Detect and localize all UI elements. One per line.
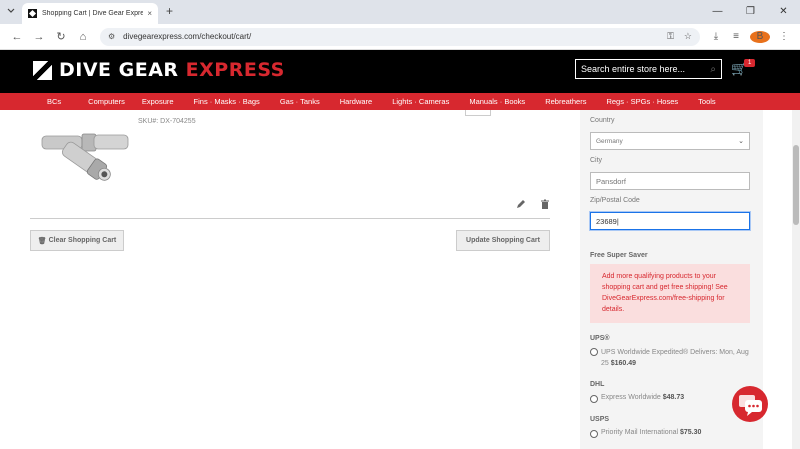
menu-kebab-icon[interactable]: ⋮: [774, 31, 794, 42]
nav-item[interactable]: Gas · Tanks: [280, 97, 320, 106]
nav-item[interactable]: Tools: [698, 97, 716, 106]
forward-arrow-icon[interactable]: →: [28, 31, 50, 43]
free-shipping-heading: Free Super Saver: [590, 252, 648, 259]
divider: [30, 218, 550, 219]
nav-item[interactable]: Regs · SPGs · Hoses: [606, 97, 678, 106]
minimize-button[interactable]: —: [701, 0, 734, 24]
reading-list-icon[interactable]: ≡: [726, 31, 746, 42]
update-cart-button[interactable]: Update Shopping Cart: [456, 230, 550, 251]
tab-title: Shopping Cart | Dive Gear Express: [42, 10, 144, 17]
site-info-icon[interactable]: ⚙: [108, 32, 115, 41]
site-search-input[interactable]: [581, 64, 711, 74]
usps-option[interactable]: Priority Mail International $75.30: [590, 429, 701, 438]
city-label: City: [590, 157, 603, 164]
main-content: SKU#: DX-704255 🗑 Clear Shopping Cart Upd…: [0, 110, 800, 449]
city-value: Pansdorf: [596, 176, 627, 186]
pencil-icon[interactable]: [516, 199, 526, 209]
address-bar: ← → ↻ ⌂ ⚙ divegearexpress.com/checkout/c…: [0, 24, 800, 50]
logo-text-red: EXPRESS: [185, 59, 285, 81]
site-favicon-icon: [28, 9, 37, 18]
dhl-option-label: Express Worldwide: [601, 394, 661, 401]
usps-price: $75.30: [679, 429, 702, 436]
home-icon[interactable]: ⌂: [72, 31, 94, 43]
dhl-option[interactable]: Express Worldwide $48.73: [590, 394, 684, 403]
dive-flag-icon: [33, 60, 52, 80]
country-value: Germany: [596, 137, 623, 145]
category-nav: BCs Computers Exposure Fins · Masks · Ba…: [0, 93, 800, 110]
download-icon[interactable]: ⤓: [706, 31, 726, 42]
free-shipping-notice: Add more qualifying products to your sho…: [590, 264, 750, 323]
dhl-price: $48.73: [662, 394, 685, 401]
url-input[interactable]: ⚙ divegearexpress.com/checkout/cart/ ⚿ ☆: [100, 27, 700, 46]
country-select[interactable]: Germany ⌄: [590, 132, 750, 150]
dhl-heading: DHL: [590, 381, 605, 388]
city-input[interactable]: Pansdorf: [590, 172, 750, 190]
profile-avatar[interactable]: B: [750, 30, 770, 43]
chat-button[interactable]: [732, 386, 768, 422]
usps-radio[interactable]: [590, 430, 598, 438]
ups-price: $160.49: [610, 360, 637, 367]
nav-item[interactable]: Fins · Masks · Bags: [194, 97, 260, 106]
restore-button[interactable]: ❐: [734, 0, 767, 24]
nav-item[interactable]: BCs: [47, 97, 61, 106]
nav-item[interactable]: Lights · Cameras: [392, 97, 449, 106]
logo-text-white: DIVE GEAR: [59, 59, 186, 81]
usps-option-label: Priority Mail International: [601, 429, 679, 436]
close-window-button[interactable]: ✕: [767, 0, 800, 24]
dhl-radio[interactable]: [590, 395, 598, 403]
trash-icon[interactable]: [540, 199, 550, 209]
tab-search-icon[interactable]: [6, 6, 16, 16]
nav-item[interactable]: Exposure: [142, 97, 174, 106]
usps-heading: USPS: [590, 416, 610, 423]
zip-value: 23689: [596, 216, 617, 226]
zip-label: Zip/Postal Code: [590, 197, 640, 204]
ups-radio[interactable]: [590, 348, 598, 356]
ups-option[interactable]: UPS Worldwide Expedited® Delivers: Mon, …: [590, 347, 750, 369]
search-icon[interactable]: ⌕: [710, 64, 716, 75]
back-arrow-icon[interactable]: ←: [6, 31, 28, 43]
site-logo[interactable]: DIVE GEAR EXPRESS: [33, 59, 285, 81]
url-text: divegearexpress.com/checkout/cart/: [123, 32, 252, 41]
site-search: ⌕: [575, 59, 722, 79]
nav-item[interactable]: Manuals · Books: [469, 97, 525, 106]
zip-input[interactable]: 23689 |: [590, 212, 750, 230]
scrollbar-thumb[interactable]: [793, 145, 799, 225]
browser-tab-bar: Shopping Cart | Dive Gear Express × + — …: [0, 0, 800, 24]
nav-item[interactable]: Rebreathers: [545, 97, 586, 106]
cart-count-badge: 1: [744, 59, 756, 67]
product-sku: SKU#: DX-704255: [138, 118, 196, 125]
ups-heading: UPS®: [590, 335, 610, 342]
bookmark-star-icon[interactable]: ☆: [684, 31, 692, 42]
window-controls: — ❐ ✕: [701, 0, 800, 24]
nav-item[interactable]: Computers: [88, 97, 125, 106]
nav-item[interactable]: Hardware: [340, 97, 373, 106]
tab-close-icon[interactable]: ×: [147, 9, 152, 18]
clear-cart-button[interactable]: 🗑 Clear Shopping Cart: [30, 230, 124, 251]
chevron-down-icon: ⌄: [738, 138, 744, 145]
reload-icon[interactable]: ↻: [50, 30, 72, 43]
product-image[interactable]: [36, 126, 132, 182]
new-tab-button[interactable]: +: [166, 4, 173, 18]
quantity-input[interactable]: [465, 110, 491, 116]
country-label: Country: [590, 117, 615, 124]
chat-bubble-icon: [739, 395, 762, 416]
clear-cart-label: Clear Shopping Cart: [48, 237, 117, 244]
site-header: DIVE GEAR EXPRESS ⌕ 🛒 1: [0, 50, 800, 93]
trash-icon: 🗑: [37, 237, 47, 245]
browser-tab[interactable]: Shopping Cart | Dive Gear Express ×: [22, 3, 158, 24]
key-icon[interactable]: ⚿: [667, 31, 674, 42]
